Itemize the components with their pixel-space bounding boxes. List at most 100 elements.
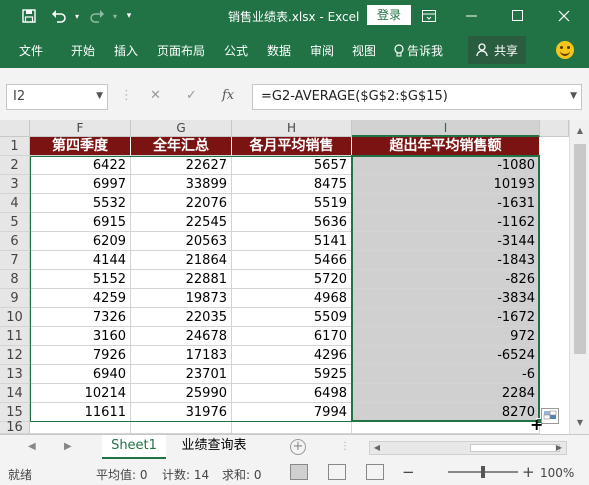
header-cell-i1[interactable]: 超出年平均销售额 [352,137,540,156]
cell-f2[interactable]: 6422 [30,156,131,175]
share-button[interactable]: 共享 [468,36,526,64]
close-button[interactable] [544,0,584,32]
cell-h10[interactable]: 5509 [232,308,352,327]
save-icon[interactable] [20,7,38,25]
cell-f10[interactable]: 7326 [30,308,131,327]
cell-h3[interactable]: 8475 [232,175,352,194]
cell-i11[interactable]: 972 [352,327,540,346]
normal-view-icon[interactable] [290,464,308,480]
row-header-8[interactable]: 8 [0,270,30,289]
row-header-11[interactable]: 11 [0,327,30,346]
row-header-14[interactable]: 14 [0,384,30,403]
cell-f6[interactable]: 6209 [30,232,131,251]
cell-f13[interactable]: 6940 [30,365,131,384]
cell-i14[interactable]: 2284 [352,384,540,403]
cell-h12[interactable]: 4296 [232,346,352,365]
cell-i12[interactable]: -6524 [352,346,540,365]
column-header-h[interactable]: H [232,120,352,137]
tab-file[interactable]: 文件 [19,42,43,59]
name-box[interactable]: I2 ▼ [6,84,108,110]
cell-g4[interactable]: 22076 [131,194,232,213]
row-header-6[interactable]: 6 [0,232,30,251]
tab-review[interactable]: 审阅 [310,42,334,59]
cell-f16[interactable] [30,422,131,434]
cell-f11[interactable]: 3160 [30,327,131,346]
cell-g14[interactable]: 25990 [131,384,232,403]
row-header-1[interactable]: 1 [0,137,30,156]
tell-me-search[interactable]: 告诉我 [394,42,443,59]
cell-h6[interactable]: 5141 [232,232,352,251]
column-header-f[interactable]: F [30,120,131,137]
page-layout-view-icon[interactable] [328,464,346,480]
page-break-view-icon[interactable] [366,464,384,480]
horizontal-scrollbar[interactable]: ◀ ▶ [369,441,567,455]
cell-i13[interactable]: -6 [352,365,540,384]
scroll-up-icon[interactable]: ▲ [573,124,587,138]
vertical-scrollbar[interactable]: ▲ ▼ [569,120,589,434]
cell-g10[interactable]: 22035 [131,308,232,327]
next-sheet-icon[interactable]: ▶ [64,441,72,452]
cell-f7[interactable]: 4144 [30,251,131,270]
zoom-slider-knob[interactable] [481,466,485,478]
zoom-slider[interactable] [448,466,518,478]
worksheet-grid[interactable]: ▲ ▼ F G H I 1 2 3 4 5 6 7 8 9 10 11 12 13 14 15 16 第四季度 全年汇总各… [0,120,589,434]
row-header-16[interactable]: 16 [0,421,30,434]
zoom-out-icon[interactable]: − [402,463,415,481]
select-all-corner[interactable] [0,120,30,137]
cell-g2[interactable]: 22627 [131,156,232,175]
cell-i3[interactable]: 10193 [352,175,540,194]
column-header-next[interactable] [540,120,569,137]
cell-g5[interactable]: 22545 [131,213,232,232]
cell-i10[interactable]: -1672 [352,308,540,327]
cell-g3[interactable]: 33899 [131,175,232,194]
cell-f15[interactable]: 11611 [30,403,131,422]
cell-g8[interactable]: 22881 [131,270,232,289]
minimize-button[interactable] [452,0,492,32]
chevron-down-icon[interactable]: ▼ [96,91,103,101]
add-sheet-icon[interactable]: + [290,439,306,455]
cell-f5[interactable]: 6915 [30,213,131,232]
zoom-level[interactable]: 100% [540,466,574,480]
cell-f4[interactable]: 5532 [30,194,131,213]
cell-h9[interactable]: 4968 [232,289,352,308]
cancel-icon[interactable]: ✕ [150,88,161,103]
tab-home[interactable]: 开始 [71,42,95,59]
cell-f9[interactable]: 4259 [30,289,131,308]
tab-view[interactable]: 视图 [352,42,376,59]
cell-f12[interactable]: 7926 [30,346,131,365]
cell-f14[interactable]: 10214 [30,384,131,403]
cell-h2[interactable]: 5657 [232,156,352,175]
cell-g7[interactable]: 21864 [131,251,232,270]
row-header-3[interactable]: 3 [0,175,30,194]
insert-function-icon[interactable]: fx [222,88,234,103]
sheet-tab-query[interactable]: 业绩查询表 [172,435,256,459]
cell-g12[interactable]: 17183 [131,346,232,365]
cell-g9[interactable]: 19873 [131,289,232,308]
column-header-g[interactable]: G [131,120,232,137]
cell-g13[interactable]: 23701 [131,365,232,384]
tab-data[interactable]: 数据 [267,42,291,59]
row-header-7[interactable]: 7 [0,251,30,270]
cell-g11[interactable]: 24678 [131,327,232,346]
cell-h15[interactable]: 7994 [232,403,352,422]
row-header-9[interactable]: 9 [0,289,30,308]
formula-input[interactable]: =G2-AVERAGE($G$2:$G$15) ▼ [252,84,582,110]
row-header-12[interactable]: 12 [0,346,30,365]
cell-h13[interactable]: 5925 [232,365,352,384]
cell-i6[interactable]: -3144 [352,232,540,251]
header-cell-f1[interactable]: 第四季度 [30,137,131,156]
cell-i16[interactable] [352,422,540,434]
cell-g16[interactable] [131,422,232,434]
cell-h5[interactable]: 5636 [232,213,352,232]
feedback-smiley-icon[interactable] [556,41,574,59]
row-header-5[interactable]: 5 [0,213,30,232]
customize-toolbar-icon[interactable]: ▾ [120,7,138,25]
horizontal-scroll-thumb[interactable] [470,444,560,452]
cell-h16[interactable] [232,422,352,434]
scroll-down-icon[interactable]: ▼ [573,416,587,430]
enter-check-icon[interactable]: ✓ [186,88,197,103]
cell-i2[interactable]: -1080 [352,156,540,175]
header-cell-h1[interactable]: 各月平均销售 [232,137,352,156]
header-cell-g1[interactable]: 全年汇总 [131,137,232,156]
maximize-button[interactable] [498,0,538,32]
